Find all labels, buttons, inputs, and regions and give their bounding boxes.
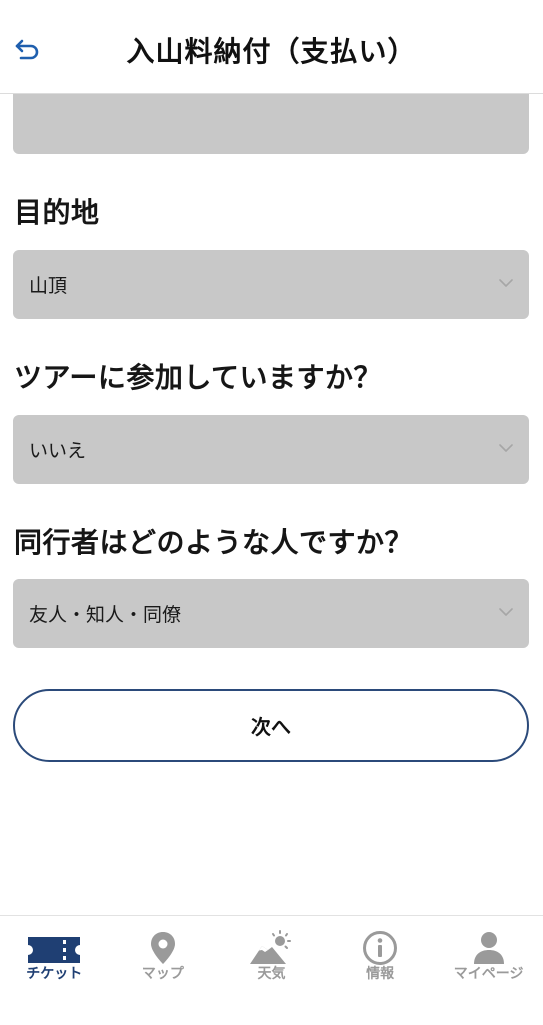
companions-label: 同行者はどのような人ですか？	[14, 526, 414, 559]
tab-map-label: マップ	[141, 966, 184, 982]
map-pin-icon	[150, 932, 175, 964]
form-content: 目的地 山頂 ツアーに参加していますか？ いいえ 同行者はどのような人ですか？ …	[0, 93, 543, 915]
previous-field[interactable]	[13, 93, 529, 154]
next-button[interactable]: 次へ	[13, 689, 529, 762]
tour-value: いいえ	[29, 440, 87, 462]
tab-info[interactable]: 情報	[326, 916, 435, 1025]
destination-select[interactable]: 山頂	[13, 250, 529, 319]
tab-info-label: 情報	[366, 966, 395, 982]
bottom-tab-bar: チケット マップ 天気 情報 マイページ	[0, 915, 543, 1025]
tab-mypage-label: マイページ	[453, 966, 524, 982]
tab-ticket-label: チケット	[26, 966, 83, 982]
chevron-down-icon	[499, 608, 513, 616]
destination-label: 目的地	[14, 196, 100, 229]
person-icon	[473, 932, 504, 964]
destination-value: 山頂	[29, 275, 68, 297]
tab-weather-label: 天気	[257, 966, 286, 982]
weather-mountain-icon	[250, 930, 292, 964]
chevron-down-icon	[499, 444, 513, 452]
page-title: 入山料納付（支払い）	[126, 35, 417, 68]
tour-select[interactable]: いいえ	[13, 415, 529, 484]
tab-weather[interactable]: 天気	[217, 916, 326, 1025]
ticket-icon	[28, 937, 81, 963]
tab-map[interactable]: マップ	[109, 916, 218, 1025]
tour-label: ツアーに参加していますか？	[14, 361, 382, 394]
companions-select[interactable]: 友人・知人・同僚	[13, 579, 529, 648]
companions-value: 友人・知人・同僚	[29, 604, 182, 626]
info-icon	[363, 931, 398, 965]
app-header: 入山料納付（支払い）	[0, 0, 543, 94]
tab-mypage[interactable]: マイページ	[434, 916, 543, 1025]
chevron-down-icon	[499, 279, 513, 287]
tab-ticket[interactable]: チケット	[0, 916, 109, 1025]
